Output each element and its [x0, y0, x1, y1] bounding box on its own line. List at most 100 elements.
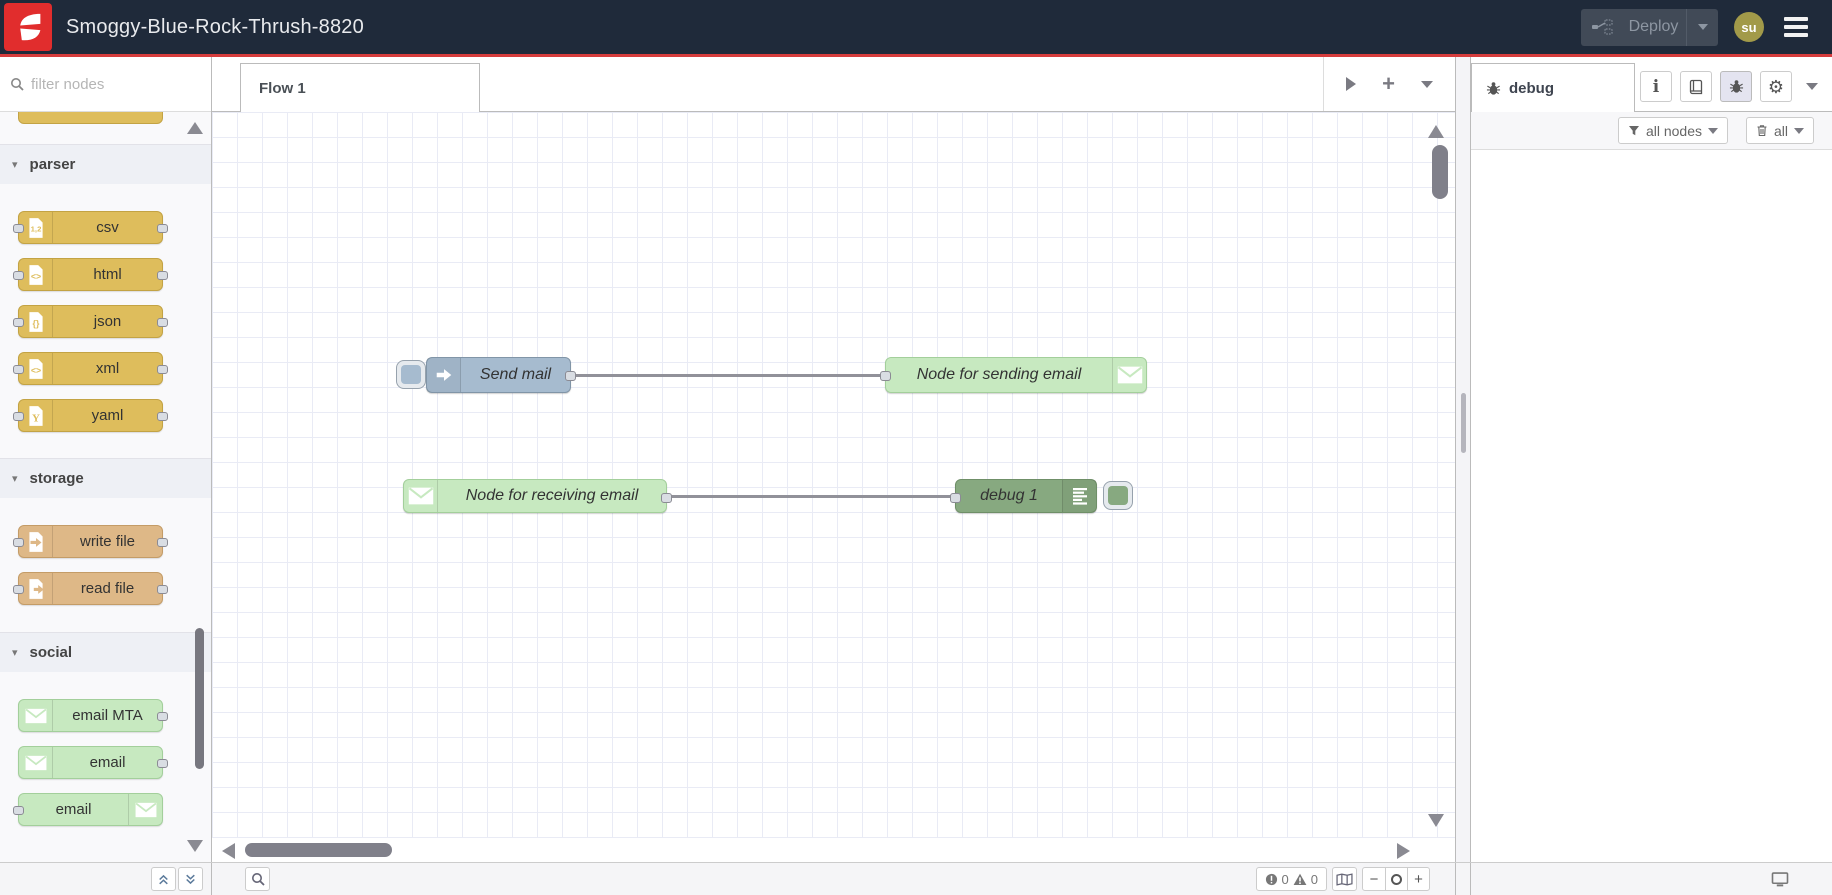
zoom-in-button[interactable]: +: [1407, 868, 1429, 890]
palette-node-json[interactable]: {} json: [13, 305, 168, 338]
canvas-scroll-left-icon[interactable]: [222, 843, 235, 859]
deploy-options-button[interactable]: [1686, 8, 1718, 46]
filter-nodes-input[interactable]: [31, 75, 181, 93]
palette-node-email-out[interactable]: email: [13, 793, 163, 826]
config-nodes-tab-button[interactable]: ⚙: [1760, 71, 1792, 102]
palette-node-xml[interactable]: <> xml: [13, 352, 168, 385]
svg-text:1,2: 1,2: [30, 224, 41, 233]
error-icon: [1265, 873, 1277, 885]
main-menu-button[interactable]: [1780, 13, 1812, 41]
palette-node-write-file[interactable]: write file: [13, 525, 168, 558]
palette-node-yaml[interactable]: Y yaml: [13, 399, 168, 432]
output-port[interactable]: [157, 712, 168, 721]
sidebar: debug i ⚙ all nodes all: [1471, 57, 1832, 862]
output-port[interactable]: [661, 493, 672, 503]
palette-node-html[interactable]: <> html: [13, 258, 168, 291]
toggle-navigator-button[interactable]: [1332, 867, 1357, 891]
flow-canvas[interactable]: Send mail Node for sending email Node fo…: [212, 112, 1455, 838]
palette-scroll-area[interactable]: ▾ parser 1,2 csv <> html {} json <> xml …: [0, 112, 211, 862]
input-port[interactable]: [13, 224, 24, 233]
user-avatar[interactable]: su: [1734, 12, 1764, 42]
palette-node-email-in[interactable]: email: [18, 746, 168, 779]
palette-scrollbar[interactable]: [195, 628, 204, 769]
canvas-scroll-down-icon[interactable]: [1428, 814, 1444, 827]
info-tab-button[interactable]: i: [1640, 71, 1672, 102]
next-tab-icon[interactable]: [1346, 77, 1357, 91]
flow-node-sending-email[interactable]: Node for sending email: [880, 357, 1147, 393]
canvas-horizontal-scroll-area: [212, 838, 1455, 862]
output-port[interactable]: [157, 412, 168, 421]
open-in-window-button[interactable]: [1771, 871, 1789, 887]
palette-node-csv[interactable]: 1,2 csv: [13, 211, 168, 244]
debug-filter-button[interactable]: all nodes: [1617, 117, 1728, 144]
debug-toggle-button[interactable]: [1103, 481, 1133, 510]
flow-node-send-mail[interactable]: Send mail: [396, 357, 576, 393]
inject-arrow-icon: [427, 358, 461, 392]
palette-scroll-down-icon[interactable]: [187, 840, 203, 852]
search-flows-button[interactable]: [245, 867, 270, 891]
node-red-logo-icon: [4, 3, 52, 51]
zoom-controls: − +: [1362, 867, 1430, 891]
chevron-down-icon: [1707, 127, 1718, 134]
help-tab-button[interactable]: [1680, 71, 1712, 102]
output-port[interactable]: [157, 365, 168, 374]
flow-node-receiving-email[interactable]: Node for receiving email: [403, 479, 672, 513]
funnel-icon: [1628, 125, 1639, 135]
monitor-icon: [1771, 871, 1789, 886]
output-port[interactable]: [157, 271, 168, 280]
canvas-scroll-right-icon[interactable]: [1397, 843, 1410, 859]
wire[interactable]: [574, 374, 887, 377]
zoom-reset-button[interactable]: [1385, 868, 1407, 890]
statusbar: 0 0 − +: [0, 862, 1832, 895]
palette-scroll-up-icon[interactable]: [187, 122, 203, 134]
palette-node-read-file[interactable]: read file: [13, 572, 168, 605]
sidebar-tabbar: debug i ⚙: [1471, 57, 1832, 112]
separator-grip-handle[interactable]: [1461, 393, 1466, 453]
workspace-tabbar: Flow 1 +: [212, 57, 1455, 112]
output-port[interactable]: [157, 585, 168, 594]
zoom-out-button[interactable]: −: [1363, 868, 1385, 890]
error-warning-counts[interactable]: 0 0: [1255, 867, 1327, 891]
expand-all-categories-button[interactable]: [178, 867, 203, 891]
input-port[interactable]: [13, 806, 24, 815]
canvas-scroll-up-icon[interactable]: [1428, 125, 1444, 138]
canvas-vertical-scrollbar[interactable]: [1432, 145, 1448, 199]
debug-output-icon: [1062, 480, 1096, 512]
category-parser[interactable]: ▾ parser: [0, 144, 211, 184]
output-port[interactable]: [157, 759, 168, 768]
output-port[interactable]: [157, 224, 168, 233]
chevron-down-icon: ▾: [12, 647, 18, 659]
debug-clear-button[interactable]: all: [1745, 117, 1814, 144]
palette-node-email-mta[interactable]: email MTA: [18, 699, 168, 732]
input-port[interactable]: [880, 371, 891, 381]
flow-node-debug-1[interactable]: debug 1: [950, 479, 1133, 513]
input-port[interactable]: [13, 318, 24, 327]
output-port[interactable]: [157, 538, 168, 547]
sidebar-separator[interactable]: [1455, 57, 1471, 862]
sidebar-more-tabs-button[interactable]: [1806, 83, 1818, 90]
wire[interactable]: [670, 495, 957, 498]
palette-node-partial[interactable]: [18, 112, 163, 124]
input-port[interactable]: [13, 271, 24, 280]
file-json-icon: {}: [19, 306, 53, 337]
collapse-all-categories-button[interactable]: [151, 867, 176, 891]
add-flow-button[interactable]: +: [1382, 73, 1395, 95]
inject-button[interactable]: [396, 360, 426, 389]
deploy-button[interactable]: Deploy: [1581, 8, 1718, 46]
canvas-horizontal-scrollbar[interactable]: [245, 843, 392, 857]
input-port[interactable]: [13, 538, 24, 547]
tab-flow-1[interactable]: Flow 1: [240, 63, 480, 112]
double-chevron-down-icon: [186, 874, 195, 884]
debug-tab-button[interactable]: [1720, 71, 1752, 102]
output-port[interactable]: [157, 318, 168, 327]
output-port[interactable]: [565, 371, 576, 381]
svg-text:<>: <>: [30, 365, 40, 375]
category-storage[interactable]: ▾ storage: [0, 458, 211, 498]
input-port[interactable]: [13, 365, 24, 374]
input-port[interactable]: [13, 412, 24, 421]
category-social[interactable]: ▾ social: [0, 632, 211, 672]
tab-debug[interactable]: debug: [1471, 63, 1635, 112]
input-port[interactable]: [950, 493, 961, 503]
input-port[interactable]: [13, 585, 24, 594]
flow-list-button[interactable]: [1421, 80, 1433, 88]
